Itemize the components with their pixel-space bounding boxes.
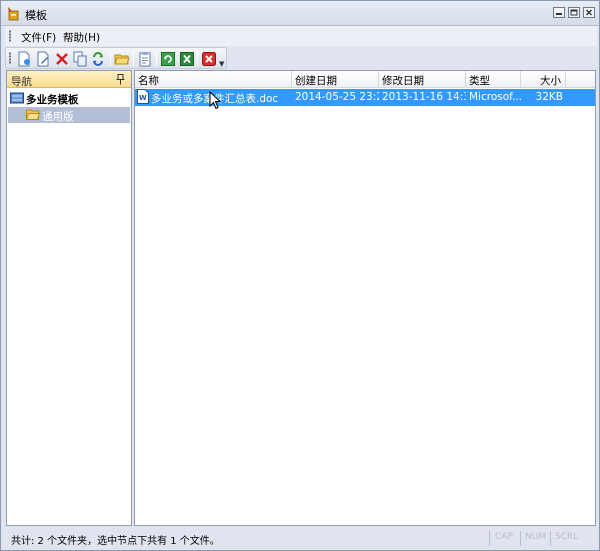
list-header: 名称 创建日期 修改日期 类型 大小 — [135, 71, 595, 88]
nav-pane: 导航 多业务模板 通用版 — [6, 70, 132, 526]
export-icon[interactable] — [160, 51, 176, 67]
column-modified[interactable]: 修改日期 — [379, 71, 466, 88]
toolbar-separator — [110, 51, 111, 66]
tree-root-label: 多业务模板 — [26, 94, 79, 106]
main-window: 模板 文件(F) 帮助(H) ▼ 导航 多业务模板 通用版 名称 创建日期 修改… — [0, 0, 600, 551]
delete-icon[interactable] — [54, 51, 70, 67]
open-folder-icon[interactable] — [114, 51, 130, 67]
file-list: 名称 创建日期 修改日期 类型 大小 W 多业务或多案件汇总表.doc 2014… — [134, 70, 596, 526]
excel-icon[interactable] — [179, 51, 195, 67]
nav-header: 导航 — [7, 71, 131, 88]
cell-created: 2014-05-25 23:28 — [295, 91, 379, 103]
column-type[interactable]: 类型 — [466, 71, 521, 88]
menu-bar: 文件(F) 帮助(H) — [5, 26, 597, 46]
new-doc-icon[interactable] — [16, 51, 32, 67]
menu-grip[interactable] — [9, 30, 11, 42]
status-divider — [489, 531, 490, 546]
word-doc-icon: W — [137, 89, 149, 104]
cell-name: 多业务或多案件汇总表.doc — [151, 91, 291, 106]
toolbar-separator — [133, 51, 134, 66]
library-icon — [10, 92, 24, 104]
num-indicator: NUM — [525, 532, 547, 542]
status-divider — [520, 531, 521, 546]
mouse-cursor-icon — [209, 91, 221, 110]
svg-text:W: W — [139, 94, 147, 102]
cell-modified: 2013-11-16 14:34 — [382, 91, 466, 103]
menu-file[interactable]: 文件(F) — [21, 30, 56, 45]
tree-child-label: 通用版 — [42, 111, 74, 123]
status-bar: 共计: 2 个文件夹，选中节点下共有 1 个文件。 CAP NUM SCRL — [5, 530, 597, 548]
column-size[interactable]: 大小 — [521, 71, 566, 88]
edit-doc-icon[interactable] — [35, 51, 51, 67]
toolbar-separator — [197, 51, 198, 66]
title-bar: 模板 — [1, 1, 599, 26]
toolbar-overflow-icon[interactable]: ▼ — [219, 60, 224, 68]
status-text: 共计: 2 个文件夹，选中节点下共有 1 个文件。 — [11, 536, 220, 547]
window-title: 模板 — [25, 9, 47, 22]
column-name[interactable]: 名称 — [135, 71, 292, 88]
table-row[interactable]: W 多业务或多案件汇总表.doc 2014-05-25 23:28 2013-1… — [135, 89, 595, 106]
status-divider — [550, 531, 551, 546]
copy-icon[interactable] — [72, 51, 88, 67]
refresh-icon[interactable] — [90, 51, 106, 67]
close-icon[interactable] — [583, 7, 595, 18]
nav-header-label: 导航 — [11, 76, 32, 88]
toolbar: ▼ — [5, 47, 227, 69]
cell-type: Microsof... — [469, 91, 521, 103]
tree-node-root[interactable]: 多业务模板 — [8, 90, 130, 106]
menu-help[interactable]: 帮助(H) — [63, 30, 100, 45]
tree-node-general[interactable]: 通用版 — [8, 107, 130, 123]
cell-size: 32KB — [535, 91, 563, 103]
close-red-icon[interactable] — [201, 51, 217, 67]
toolbar-grip[interactable] — [9, 52, 11, 64]
column-created[interactable]: 创建日期 — [292, 71, 379, 88]
app-icon — [8, 7, 19, 21]
maximize-icon[interactable] — [568, 7, 580, 18]
cap-indicator: CAP — [495, 532, 513, 542]
folder-open-icon — [26, 109, 40, 120]
scrl-indicator: SCRL — [555, 532, 579, 542]
pin-icon[interactable] — [116, 74, 125, 85]
clipboard-icon[interactable] — [137, 51, 153, 67]
toolbar-separator — [156, 51, 157, 66]
minimize-icon[interactable] — [553, 7, 565, 18]
